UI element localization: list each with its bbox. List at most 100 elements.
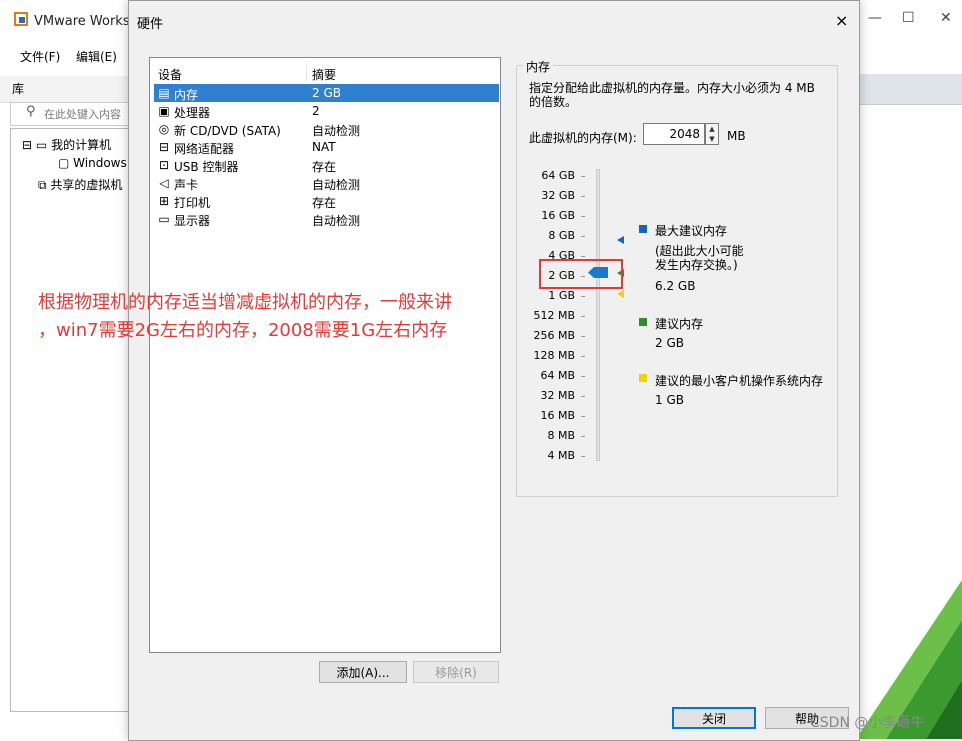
recommended-value: 2 GB <box>655 336 684 350</box>
usb-controller-icon: ⊡ <box>158 158 170 172</box>
device-name: 网络适配器 <box>174 142 235 156</box>
memory-scale-tick: 32 MB <box>540 389 575 402</box>
memory-scale-tick: 512 MB <box>533 309 575 322</box>
device-name: 声卡 <box>174 178 199 192</box>
max-recommended-label: 最大建议内存 <box>655 224 728 238</box>
close-icon[interactable]: × <box>835 11 848 30</box>
vmware-window-title: VMware Works <box>34 14 130 29</box>
memory-scale-tick: 64 MB <box>540 369 575 382</box>
memory-spinner[interactable]: ▲ ▼ <box>705 123 719 145</box>
remove-device-button[interactable]: 移除(R) <box>413 661 499 683</box>
vmware-app-icon <box>14 12 28 26</box>
memory-scale-dash <box>581 336 585 337</box>
memory-scale-tick: 16 MB <box>540 409 575 422</box>
memory-scale-dash <box>581 216 585 217</box>
memory-group-label: 内存 <box>523 58 554 75</box>
memory-scale-dash <box>581 416 585 417</box>
hardware-dialog: 硬件 × 设备 摘要 ▤ 内存 2 GB ▣ 处理器 2 ◎ 新 CD/DVD (SATA) 自… <box>128 0 860 741</box>
tree-item-my-computer[interactable]: ⊟ ▭ 我的计算机 <box>22 136 111 153</box>
memory-field-label: 此虚拟机的内存(M): <box>529 131 637 145</box>
device-summary: NAT <box>312 140 336 154</box>
library-label: 库 <box>12 82 25 96</box>
maximize-icon[interactable]: ☐ <box>902 10 915 26</box>
device-summary: 存在 <box>312 160 337 174</box>
tree-item-windows-vm[interactable]: ▢ Windows <box>58 156 127 170</box>
max-recommended-swatch <box>639 225 647 233</box>
device-summary: 2 GB <box>312 86 341 100</box>
memory-input[interactable]: 2048 <box>643 123 705 145</box>
memory-scale-tick: 16 GB <box>541 209 575 222</box>
tree-item-label: Windows <box>73 156 127 170</box>
memory-scale-dash <box>581 256 585 257</box>
library-tree <box>10 128 130 712</box>
memory-scale-dash <box>581 316 585 317</box>
device-summary: 自动检测 <box>312 214 361 228</box>
memory-scale-tick: 64 GB <box>541 169 575 182</box>
recommended-label: 建议内存 <box>655 317 704 331</box>
memory-scale-dash <box>581 396 585 397</box>
memory-slider-track[interactable] <box>596 169 600 461</box>
device-name: 打印机 <box>174 196 211 210</box>
column-header-summary[interactable]: 摘要 <box>312 66 336 83</box>
shared-vm-icon: ⧉ <box>38 178 47 192</box>
memory-scale-tick: 8 GB <box>548 229 575 242</box>
minimize-icon[interactable]: — <box>868 10 882 26</box>
memory-scale-dash <box>581 236 585 237</box>
device-row[interactable]: ⊡ USB 控制器 存在 <box>154 156 499 174</box>
device-summary: 自动检测 <box>312 178 361 192</box>
memory-scale-dash <box>581 436 585 437</box>
device-row[interactable]: ◁ 声卡 自动检测 <box>154 174 499 192</box>
printer-icon: ⊞ <box>158 194 170 208</box>
tree-item-label: 我的计算机 <box>51 138 112 152</box>
cd-dvd-icon: ◎ <box>158 122 170 136</box>
device-name: 显示器 <box>174 214 211 228</box>
vm-icon: ▢ <box>58 156 70 170</box>
network-adapter-icon: ⊟ <box>158 140 170 154</box>
display-icon: ▭ <box>158 212 170 226</box>
spin-down-icon[interactable]: ▼ <box>706 134 718 144</box>
max-recommended-marker <box>617 236 624 244</box>
annotation-line-1: 根据物理机的内存适当增减虚拟机的内存，一般来讲 <box>38 292 452 313</box>
menu-edit[interactable]: 编辑(E) <box>76 48 117 65</box>
memory-scale-tick: 4 MB <box>547 449 575 462</box>
watermark: CSDN @小李砸牛 <box>810 715 925 731</box>
annotation-highlight-box <box>539 259 623 289</box>
menu-file[interactable]: 文件(F) <box>20 48 60 65</box>
max-recommended-value: 6.2 GB <box>655 279 696 293</box>
device-row[interactable]: ⊞ 打印机 存在 <box>154 192 499 210</box>
device-name: USB 控制器 <box>174 160 239 174</box>
column-divider[interactable] <box>306 62 307 82</box>
collapse-icon[interactable]: ⊟ <box>22 138 32 152</box>
minimum-swatch <box>639 374 647 382</box>
recommended-swatch <box>639 318 647 326</box>
memory-scale-dash <box>581 376 585 377</box>
device-row[interactable]: ▣ 处理器 2 <box>154 102 499 120</box>
memory-unit: MB <box>727 129 746 143</box>
device-summary: 2 <box>312 104 320 118</box>
close-button[interactable]: 关闭 <box>672 707 756 729</box>
tab-strip <box>856 74 962 105</box>
device-row[interactable]: ⊟ 网络适配器 NAT <box>154 138 499 156</box>
device-row[interactable]: ◎ 新 CD/DVD (SATA) 自动检测 <box>154 120 499 138</box>
tree-item-shared-vms[interactable]: ⧉ 共享的虚拟机 <box>38 176 122 193</box>
library-search-placeholder: 在此处键入内容 <box>44 108 121 121</box>
memory-scale-dash <box>581 356 585 357</box>
sound-card-icon: ◁ <box>159 176 169 190</box>
dialog-title: 硬件 <box>137 17 164 32</box>
memory-scale-dash <box>581 456 585 457</box>
device-row[interactable]: ▤ 内存 2 GB <box>154 84 499 102</box>
minimum-marker <box>617 290 624 298</box>
column-header-device[interactable]: 设备 <box>158 66 182 83</box>
search-icon: ⚲ <box>26 104 36 119</box>
device-name: 处理器 <box>174 106 211 120</box>
device-row[interactable]: ▭ 显示器 自动检测 <box>154 210 499 228</box>
spin-up-icon[interactable]: ▲ <box>706 124 718 134</box>
processor-icon: ▣ <box>158 104 170 118</box>
minimum-value: 1 GB <box>655 393 684 407</box>
device-name: 新 CD/DVD (SATA) <box>174 124 281 138</box>
memory-scale-dash <box>581 176 585 177</box>
window-close-icon[interactable]: ✕ <box>940 10 952 26</box>
add-device-button[interactable]: 添加(A)... <box>319 661 407 683</box>
memory-scale-tick: 32 GB <box>541 189 575 202</box>
device-summary: 存在 <box>312 196 337 210</box>
